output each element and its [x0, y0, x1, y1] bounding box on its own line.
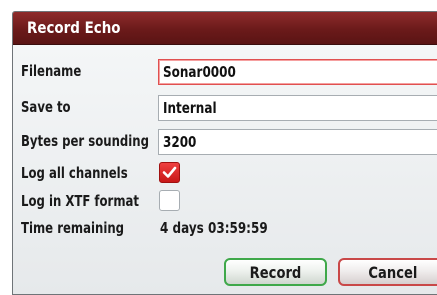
filename-value: Sonar0000 [163, 63, 236, 81]
filename-label: Filename [21, 62, 82, 80]
log-all-channels-checkbox[interactable] [159, 162, 180, 183]
save-to-select[interactable]: Internal ▾ [158, 95, 437, 121]
checkmark-icon [162, 166, 177, 178]
record-button[interactable]: Record [224, 258, 327, 286]
dialog-title-bar: Record Echo [13, 12, 437, 45]
bytes-per-sounding-label: Bytes per sounding [21, 132, 150, 150]
time-remaining-label: Time remaining [21, 219, 125, 237]
log-xtf-label: Log in XTF format [21, 192, 140, 210]
time-remaining-value: 4 days 03:59:59 [160, 219, 268, 237]
cancel-button[interactable]: Cancel [338, 258, 437, 286]
cancel-button-label: Cancel [368, 263, 418, 282]
filename-field[interactable]: Sonar0000 [158, 59, 437, 85]
record-echo-dialog: Record Echo Filename Sonar0000 Save to I… [12, 11, 437, 295]
dialog-body: Filename Sonar0000 Save to Internal ▾ By… [13, 45, 437, 294]
bytes-per-sounding-value: 3200 [163, 133, 197, 151]
log-xtf-checkbox[interactable] [159, 190, 180, 211]
log-all-channels-label: Log all channels [21, 164, 128, 182]
record-button-label: Record [249, 263, 302, 282]
save-to-label: Save to [21, 98, 71, 116]
bytes-per-sounding-select[interactable]: 3200 ▾ [158, 129, 437, 155]
dialog-title: Record Echo [27, 18, 121, 37]
save-to-value: Internal [163, 99, 217, 117]
